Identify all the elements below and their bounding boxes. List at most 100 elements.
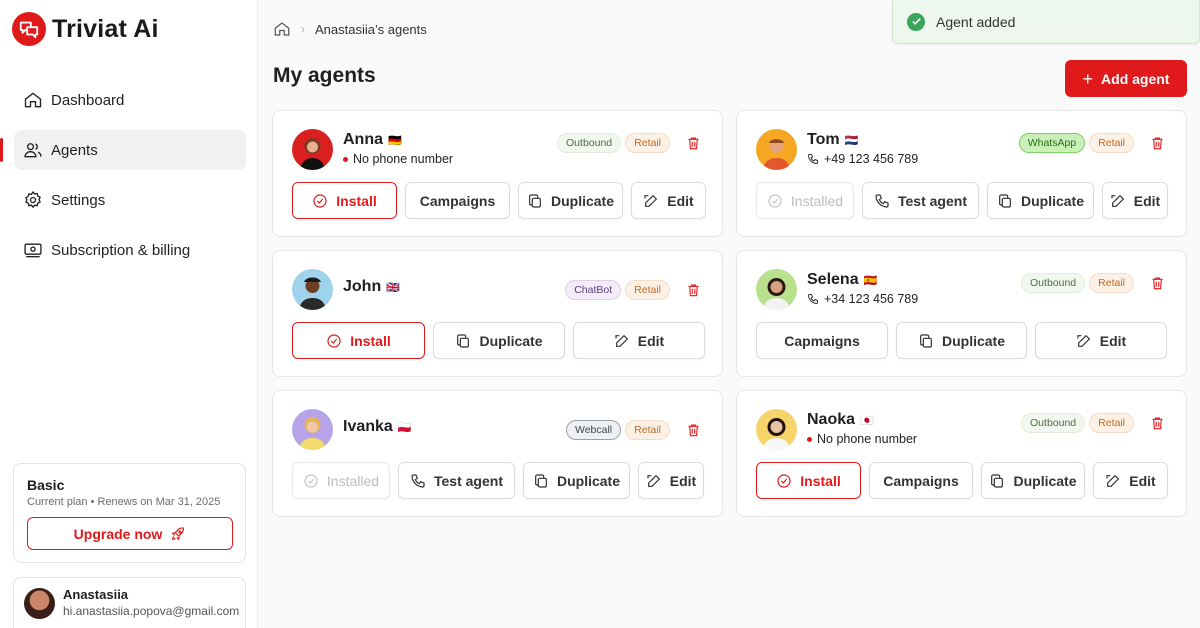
agent-card: Anna 🇩🇪 No phone number Outbound Retail I… — [272, 110, 723, 237]
edit-label: Edit — [637, 332, 665, 349]
user-card[interactable]: Anastasiia hi.anastasiia.popova@gmail.co… — [13, 577, 246, 628]
flag-icon: 🇵🇱 — [397, 421, 412, 434]
install-label: Install — [800, 472, 841, 489]
edit-button[interactable]: Edit — [1035, 322, 1167, 359]
tag: Outbound — [1021, 413, 1086, 433]
installed-button[interactable]: Installed — [756, 182, 854, 219]
edit-button[interactable]: Edit — [1093, 462, 1168, 499]
tag: Webcall — [565, 420, 622, 440]
agent-card: Tom 🇳🇱 +49 123 456 789 WhatsApp Retail In… — [736, 110, 1187, 237]
sidebar-item-dashboard[interactable]: Dashboard — [14, 80, 246, 120]
campaigns-button[interactable]: Campaigns — [869, 462, 973, 499]
duplicate-button[interactable]: Duplicate — [523, 462, 630, 499]
installed-button[interactable]: Installed — [292, 462, 390, 499]
agent-status-text: No phone number — [353, 152, 454, 166]
home-icon[interactable] — [273, 20, 291, 38]
duplicate-label: Duplicate — [479, 332, 543, 349]
edit-label: Edit — [1133, 192, 1161, 209]
test-agent-button[interactable]: Test agent — [862, 182, 979, 219]
tag: Retail — [625, 280, 670, 300]
sidebar-item-subscription[interactable]: Subscription & billing — [14, 230, 246, 270]
edit-button[interactable]: Edit — [638, 462, 704, 499]
avatar — [292, 129, 333, 170]
test-agent-label: Test agent — [898, 192, 967, 209]
sidebar-item-settings[interactable]: Settings — [14, 180, 246, 220]
tag: Retail — [625, 133, 670, 153]
duplicate-label: Duplicate — [1020, 192, 1084, 209]
trash-icon[interactable] — [682, 279, 704, 301]
tag: WhatsApp — [1018, 133, 1086, 153]
tag: ChatBot — [565, 280, 622, 300]
agent-phone-status: No phone number — [807, 432, 917, 446]
app-logo[interactable]: Triviat Ai — [12, 12, 159, 46]
agent-name-text: Selena — [807, 271, 859, 288]
agent-actions: Capmaigns Duplicate Edit — [756, 322, 1167, 359]
tag: Retail — [1089, 133, 1134, 153]
test-agent-button[interactable]: Test agent — [398, 462, 515, 499]
agent-name-text: Naoka — [807, 411, 856, 428]
duplicate-label: Duplicate — [941, 332, 1005, 349]
trash-icon[interactable] — [1146, 272, 1168, 294]
edit-icon — [647, 474, 660, 487]
check-circle-icon — [768, 193, 782, 208]
check-circle-icon — [304, 473, 318, 488]
sidebar: Triviat Ai Dashboard Agents Settings Sub… — [0, 0, 258, 628]
sidebar-item-agents[interactable]: Agents — [0, 130, 246, 170]
avatar — [292, 409, 333, 450]
edit-button[interactable]: Edit — [573, 322, 705, 359]
install-button[interactable]: Install — [292, 182, 397, 219]
duplicate-button[interactable]: Duplicate — [433, 322, 565, 359]
edit-icon — [1106, 474, 1120, 487]
agent-tags: Outbound Retail — [1021, 272, 1168, 294]
copy-icon — [991, 473, 1004, 488]
trash-icon[interactable] — [1146, 132, 1168, 154]
edit-button[interactable]: Edit — [1102, 182, 1168, 219]
agent-tags: Outbound Retail — [1021, 412, 1168, 434]
add-agent-button[interactable]: + Add agent — [1065, 60, 1187, 97]
campaigns-button[interactable]: Campaigns — [405, 182, 510, 219]
avatar — [756, 129, 797, 170]
agent-phone-status: +34 123 456 789 — [807, 292, 918, 306]
gear-icon — [25, 191, 41, 209]
avatar — [292, 269, 333, 310]
agent-card: Selena 🇪🇸 +34 123 456 789 Outbound Retail… — [736, 250, 1187, 377]
edit-icon — [1111, 194, 1124, 207]
test-agent-label: Test agent — [434, 472, 503, 489]
avatar — [756, 269, 797, 310]
sidebar-item-label: Settings — [51, 191, 106, 209]
upgrade-label: Upgrade now — [73, 525, 163, 542]
agent-actions: Install Campaigns Duplicate Edit — [756, 462, 1168, 499]
flag-icon: 🇯🇵 — [860, 414, 874, 427]
agent-name: Selena 🇪🇸 — [807, 271, 877, 289]
trash-icon[interactable] — [1146, 412, 1168, 434]
flag-icon: 🇩🇪 — [388, 134, 402, 147]
tag: Retail — [1089, 273, 1134, 293]
trash-icon[interactable] — [682, 132, 704, 154]
duplicate-button[interactable]: Duplicate — [987, 182, 1094, 219]
edit-label: Edit — [1099, 332, 1127, 349]
breadcrumb: › Anastasiia’s agents — [273, 20, 427, 38]
duplicate-button[interactable]: Duplicate — [981, 462, 1085, 499]
flag-icon: 🇬🇧 — [386, 281, 400, 294]
install-button[interactable]: Install — [756, 462, 861, 499]
duplicate-button[interactable]: Duplicate — [518, 182, 623, 219]
agent-name: Naoka 🇯🇵 — [807, 411, 874, 429]
duplicate-button[interactable]: Duplicate — [896, 322, 1027, 359]
install-button[interactable]: Install — [292, 322, 425, 359]
campaigns-label: Campaigns — [419, 192, 496, 209]
user-email: hi.anastasiia.popova@gmail.com — [63, 604, 240, 618]
flag-icon: 🇳🇱 — [844, 134, 859, 147]
copy-icon — [999, 193, 1011, 208]
campaigns-button[interactable]: Capmaigns — [756, 322, 888, 359]
edit-label: Edit — [667, 192, 694, 209]
agent-name: Tom 🇳🇱 — [807, 131, 858, 149]
avatar — [756, 409, 797, 450]
upgrade-button[interactable]: Upgrade now — [27, 517, 233, 550]
edit-button[interactable]: Edit — [631, 182, 706, 219]
agent-card: Naoka 🇯🇵 No phone number Outbound Retail … — [736, 390, 1187, 517]
phone-icon — [807, 294, 818, 305]
check-circle-icon — [313, 193, 327, 208]
avatar — [24, 588, 55, 619]
sidebar-item-label: Dashboard — [51, 91, 125, 109]
trash-icon[interactable] — [682, 419, 704, 441]
